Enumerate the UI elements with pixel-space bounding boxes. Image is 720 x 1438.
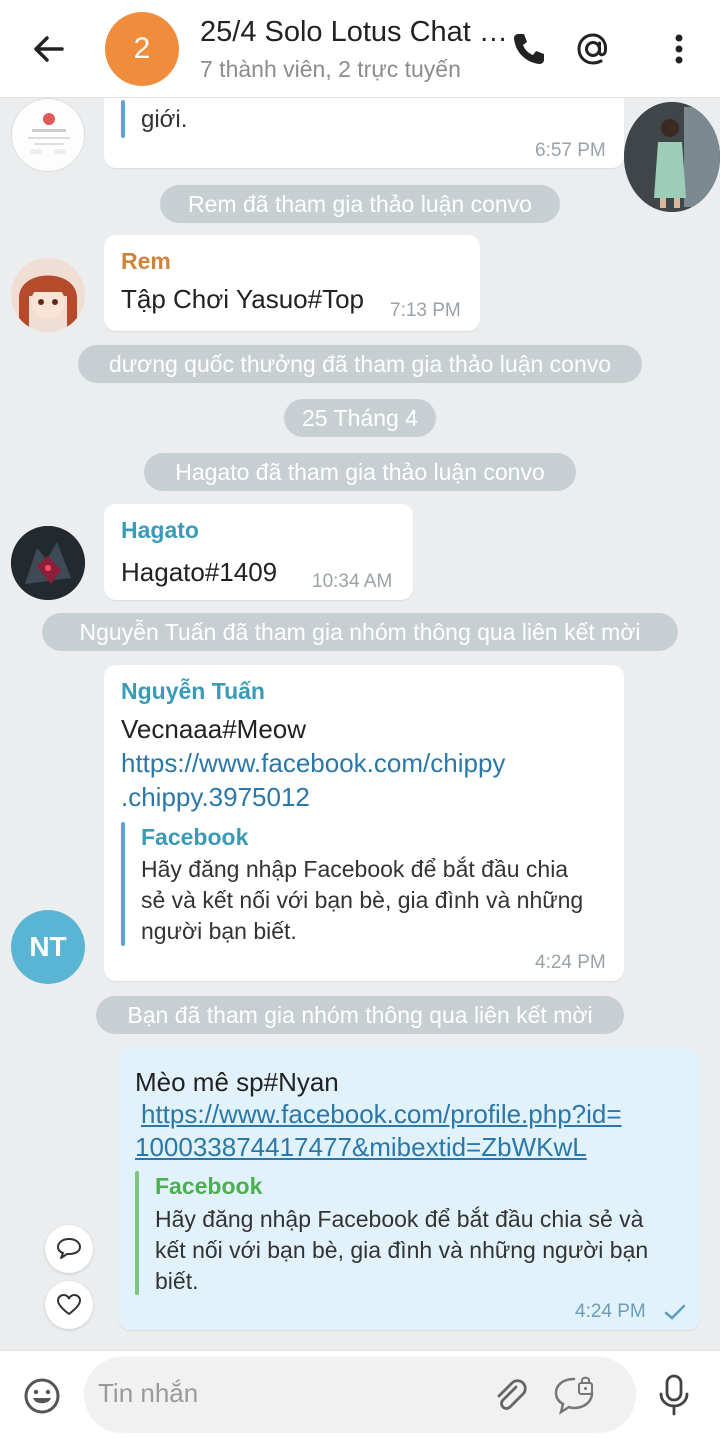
link-preview-text: biết. xyxy=(155,1268,199,1294)
speech-bubble-icon xyxy=(57,1238,81,1259)
system-notice: Rem đã tham gia thảo luận convo xyxy=(160,185,560,223)
mention-icon[interactable] xyxy=(572,28,614,70)
microphone-icon[interactable] xyxy=(654,1373,694,1417)
chat-subtitle: 7 thành viên, 2 trực tuyến xyxy=(200,56,461,82)
paperclip-icon[interactable] xyxy=(490,1375,530,1415)
message-bubble[interactable]: giới. 6:57 PM xyxy=(104,98,624,168)
message-input-placeholder: Tin nhắn xyxy=(98,1378,199,1408)
message-link[interactable]: 100033874417477&mibextid=ZbWKwL xyxy=(135,1132,587,1163)
outgoing-message-bubble[interactable]: Mèo mê sp#Nyan https://www.facebook.com/… xyxy=(118,1048,700,1330)
message-list[interactable]: giới. 6:57 PM Rem đã tham gia thảo luận … xyxy=(0,98,720,1350)
back-arrow-icon[interactable] xyxy=(28,28,70,70)
message-time: 10:34 AM xyxy=(312,571,393,592)
message-link[interactable]: .chippy.3975012 xyxy=(121,782,310,813)
read-check-icon xyxy=(664,1304,686,1320)
reply-thread-button[interactable] xyxy=(45,1225,93,1273)
secret-chat-lock-icon[interactable] xyxy=(552,1373,598,1417)
rem-avatar[interactable] xyxy=(11,258,85,332)
message-time: 4:24 PM xyxy=(535,952,606,973)
message-link[interactable]: https://www.facebook.com/profile.php?id= xyxy=(141,1099,622,1130)
link-preview-text: kết nối với bạn bè, gia đình và những ng… xyxy=(155,1237,649,1263)
hagato-avatar[interactable] xyxy=(11,526,85,600)
chat-header: 2 25/4 Solo Lotus Chat Group 7 thành viê… xyxy=(0,0,720,98)
link-preview-text: Hãy đăng nhập Facebook để bắt đầu chia s… xyxy=(155,1206,644,1232)
date-divider: 25 Tháng 4 xyxy=(284,399,436,437)
link-preview-bar xyxy=(121,822,125,946)
message-text: Tập Chơi Yasuo#Top xyxy=(121,284,365,314)
link-preview-text: sẻ và kết nối với bạn bè, gia đình và nh… xyxy=(141,887,584,913)
sender-name[interactable]: Hagato xyxy=(121,517,199,544)
message-bubble[interactable]: Rem Tập Chơi Yasuo#Top 7:13 PM xyxy=(104,235,480,331)
message-text: Mèo mê sp#Nyan xyxy=(135,1067,339,1097)
emoji-icon[interactable] xyxy=(22,1376,62,1416)
nguyen-tuan-avatar[interactable]: NT xyxy=(11,910,85,984)
system-notice: Nguyễn Tuấn đã tham gia nhóm thông qua l… xyxy=(42,613,678,651)
more-options-icon[interactable] xyxy=(658,28,700,70)
group-avatar[interactable]: 2 xyxy=(105,12,179,86)
floating-video-avatar[interactable] xyxy=(624,102,720,212)
message-time: 7:13 PM xyxy=(390,300,461,321)
message-time: 4:24 PM xyxy=(575,1301,646,1322)
link-preview-title[interactable]: Facebook xyxy=(141,824,248,851)
message-text: giới. xyxy=(141,106,188,133)
message-bubble[interactable]: Nguyễn Tuấn Vecnaaa#Meow https://www.fac… xyxy=(104,665,624,981)
message-text: Hagato#1409 xyxy=(121,557,278,587)
sender-name[interactable]: Nguyễn Tuấn xyxy=(121,678,265,705)
message-text: Vecnaaa#Meow xyxy=(121,714,307,744)
heart-icon xyxy=(57,1294,81,1315)
system-notice: Hagato đã tham gia thảo luận convo xyxy=(144,453,576,491)
composer-bar: Tin nhắn xyxy=(0,1350,720,1438)
chat-title[interactable]: 25/4 Solo Lotus Chat Group xyxy=(200,16,510,49)
like-reaction-button[interactable] xyxy=(45,1281,93,1329)
user-avatar[interactable] xyxy=(11,98,85,172)
phone-icon[interactable] xyxy=(508,28,550,70)
link-preview-text: người bạn biết. xyxy=(141,918,297,944)
preview-bar xyxy=(121,100,125,138)
system-notice: Bạn đã tham gia nhóm thông qua liên kết … xyxy=(96,996,624,1034)
message-link[interactable]: https://www.facebook.com/chippy xyxy=(121,748,505,779)
sender-name[interactable]: Rem xyxy=(121,248,171,275)
link-preview-text: Hãy đăng nhập Facebook để bắt đầu chia xyxy=(141,856,569,882)
message-bubble[interactable]: Hagato Hagato#1409 10:34 AM xyxy=(104,504,413,600)
message-time: 6:57 PM xyxy=(535,140,606,161)
link-preview-title[interactable]: Facebook xyxy=(155,1173,262,1200)
system-notice: dương quốc thưởng đã tham gia thảo luận … xyxy=(78,345,642,383)
link-preview-bar xyxy=(135,1171,139,1295)
